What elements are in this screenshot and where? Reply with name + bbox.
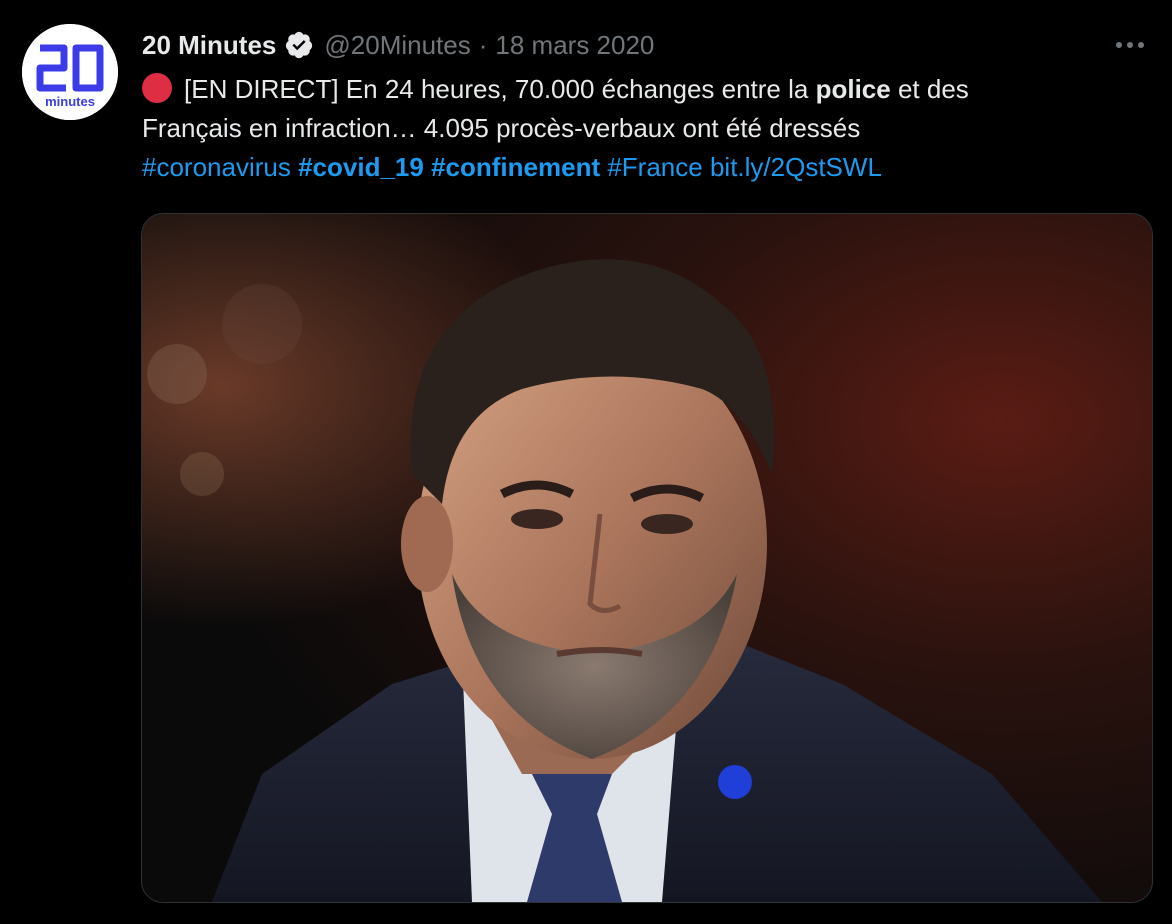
portrait-photo bbox=[142, 214, 1152, 902]
more-options-button[interactable] bbox=[1110, 30, 1150, 60]
tweet-text: [EN DIRECT] En 24 heures, 70.000 échange… bbox=[142, 70, 1152, 187]
display-name[interactable]: 20 Minutes bbox=[142, 30, 276, 61]
avatar-logo-caption: minutes bbox=[45, 94, 95, 109]
tweet-photo[interactable] bbox=[141, 213, 1153, 903]
header-separator: · bbox=[478, 29, 488, 60]
tweet-text-segment: [EN DIRECT] En 24 heures, 70.000 échange… bbox=[184, 74, 816, 104]
verified-badge-icon bbox=[284, 30, 314, 60]
avatar[interactable]: minutes bbox=[22, 24, 118, 120]
tweet-text-line-3: #coronavirus #covid_19 #confinement #Fra… bbox=[142, 148, 1152, 187]
red-circle-icon bbox=[142, 73, 172, 103]
tweet-text-bold: police bbox=[815, 74, 891, 104]
20minutes-logo-icon: minutes bbox=[22, 24, 118, 120]
tweet[interactable]: minutes 20 Minutes @20Minutes · 18 mars … bbox=[0, 0, 1172, 924]
hashtag-link[interactable]: #France bbox=[607, 152, 702, 182]
hashtag-link[interactable]: #covid_19 bbox=[298, 152, 424, 182]
tweet-date[interactable]: 18 mars 2020 bbox=[495, 30, 654, 61]
tweet-header: 20 Minutes @20Minutes · 18 mars 2020 bbox=[142, 28, 654, 62]
tweet-text-line-2: Français en infraction… 4.095 procès-ver… bbox=[142, 113, 861, 143]
tweet-text-segment: et des bbox=[890, 74, 969, 104]
author-handle[interactable]: @20Minutes bbox=[324, 30, 470, 61]
hashtag-link[interactable]: #confinement bbox=[431, 152, 600, 182]
tweet-text-line-1: [EN DIRECT] En 24 heures, 70.000 échange… bbox=[142, 70, 1152, 109]
external-link[interactable]: bit.ly/2QstSWL bbox=[710, 152, 882, 182]
hashtag-link[interactable]: #coronavirus bbox=[142, 152, 291, 182]
more-horizontal-icon bbox=[1116, 42, 1144, 48]
